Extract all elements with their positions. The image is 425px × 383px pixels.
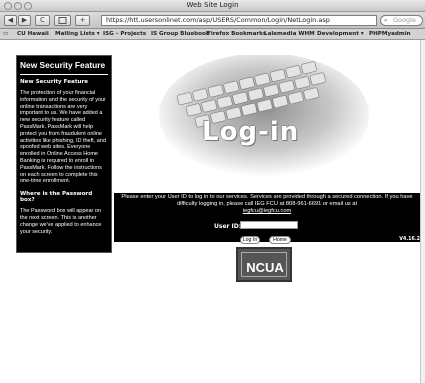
userid-input[interactable] <box>240 221 298 229</box>
login-button[interactable]: Log In <box>240 236 260 244</box>
address-bar[interactable]: https://htt.usersonlinet.com/asp/USERS/C… <box>101 15 377 26</box>
bookmark-isg-projects[interactable]: ISG – Projects <box>103 29 146 39</box>
reload-button[interactable]: C <box>35 15 50 26</box>
search-input[interactable]: ⌕ Google <box>380 15 423 26</box>
rss-icon[interactable] <box>54 15 71 26</box>
ncua-badge-frame: NCUA <box>241 252 287 277</box>
back-button[interactable]: ◀ <box>4 15 17 26</box>
bookmark-phpmyadmin[interactable]: PHPMyadmin <box>369 29 411 39</box>
sidebar-subheading-security: New Security Feature <box>20 79 89 85</box>
support-email-link[interactable]: iegfcu@iegfcu.com <box>243 208 291 214</box>
search-icon: ⌕ <box>384 16 388 24</box>
bookmark-is-group-bluebook[interactable]: IS Group Bluebook <box>151 29 210 39</box>
ncua-logo-text: NCUA <box>246 260 284 275</box>
window-title: Web Site Login <box>186 1 239 9</box>
bookmark-lalemedia-whm[interactable]: Lalemedia WHM <box>264 29 315 39</box>
add-bookmark-button[interactable]: + <box>75 15 90 26</box>
login-panel: Please enter your User ID to log in to o… <box>114 193 420 244</box>
browser-toolbar: ◀ ▶ C + https://htt.usersonlinet.com/asp… <box>0 12 425 29</box>
home-button[interactable]: Home <box>269 236 291 244</box>
sidebar-security-text: The protection of your financial informa… <box>20 90 106 185</box>
forward-button[interactable]: ▶ <box>18 15 31 26</box>
login-hero-title: Log-in <box>202 117 300 147</box>
search-placeholder: Google <box>393 16 416 24</box>
bookmark-cu-hawaii[interactable]: CU Hawaii <box>17 29 49 39</box>
ncua-badge[interactable]: NCUA <box>236 247 292 282</box>
sidebar-password-text: The Password box will appear on the next… <box>20 208 102 235</box>
version-label: V4.16.2 <box>399 237 420 242</box>
sidebar-subheading-password: Where is the Password box? <box>20 191 93 204</box>
login-instructions: Please enter your User ID to log in to o… <box>116 194 418 215</box>
reading-list-icon[interactable]: ▭ <box>3 29 8 39</box>
login-hero-image: Log-in <box>114 55 420 193</box>
userid-label: User ID: <box>214 223 242 230</box>
security-sidebar: New Security Feature New Security Featur… <box>16 55 112 253</box>
vertical-scrollbar[interactable] <box>420 40 425 383</box>
feed-icon <box>58 17 67 24</box>
sidebar-title: New Security Feature <box>20 56 108 75</box>
login-instructions-text: Please enter your User ID to log in to o… <box>121 194 413 207</box>
bookmark-mailing-lists[interactable]: Mailing Lists ▾ <box>55 29 100 39</box>
bookmarks-bar: ▭ CU Hawaii Mailing Lists ▾ ISG – Projec… <box>0 29 425 40</box>
title-bar: Web Site Login <box>0 0 425 12</box>
bookmark-development[interactable]: Development ▾ <box>317 29 364 39</box>
bookmark-firefox-bookmarks[interactable]: Firefox Bookmarks <box>207 29 266 39</box>
